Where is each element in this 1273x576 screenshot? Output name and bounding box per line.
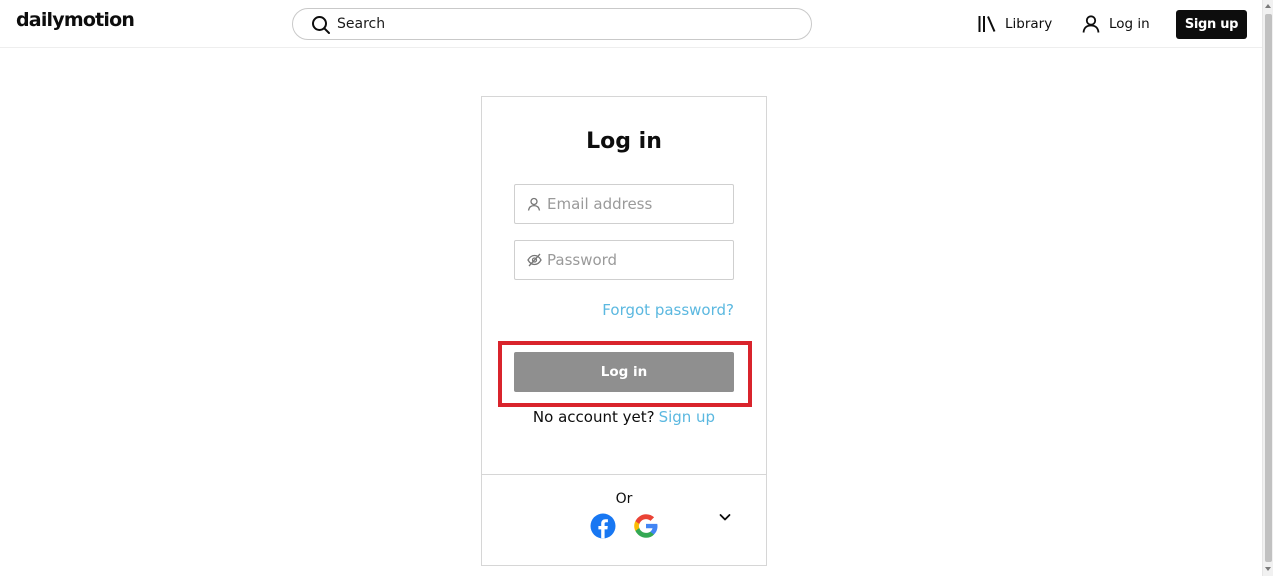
forgot-password-link[interactable]: Forgot password? [602,301,734,319]
dailymotion-logo[interactable]: dailymotion [16,9,135,31]
scroll-up-arrow[interactable] [1265,4,1271,8]
email-field[interactable] [514,184,734,224]
page: dailymotion Library Log in Sign up [0,0,1273,576]
or-text: Or [615,491,633,507]
user-icon [1082,15,1100,33]
scroll-thumb[interactable] [1265,14,1272,562]
chevron-down-icon[interactable] [718,510,732,524]
password-field[interactable] [514,240,734,280]
library-label: Library [1005,16,1053,32]
user-icon [527,197,541,211]
search-icon[interactable] [311,15,331,35]
library-link[interactable]: Library [977,12,1052,36]
header-login-label: Log in [1109,16,1150,32]
scroll-down-arrow[interactable] [1265,567,1271,571]
email-input[interactable] [547,185,727,223]
header-login-link[interactable]: Log in [1081,12,1150,36]
top-header: dailymotion Library Log in Sign up [0,0,1262,48]
no-account-row: No account yet? Sign up [482,408,766,426]
login-title: Log in [586,129,662,154]
search-input[interactable] [337,9,797,39]
password-input[interactable] [547,241,727,279]
card-divider [482,474,766,475]
library-icon [978,16,996,32]
facebook-icon[interactable] [590,513,616,539]
login-card: Log in Forgot password? Log in No accoun… [481,96,767,566]
no-account-text: No account yet? [532,408,655,426]
header-signup-button[interactable]: Sign up [1176,10,1247,39]
signup-link[interactable]: Sign up [659,408,716,426]
eye-slash-icon[interactable] [527,253,542,267]
search-bar[interactable] [292,8,812,40]
google-icon[interactable] [633,513,659,539]
scrollbar[interactable] [1262,0,1273,576]
login-button[interactable]: Log in [514,352,734,392]
